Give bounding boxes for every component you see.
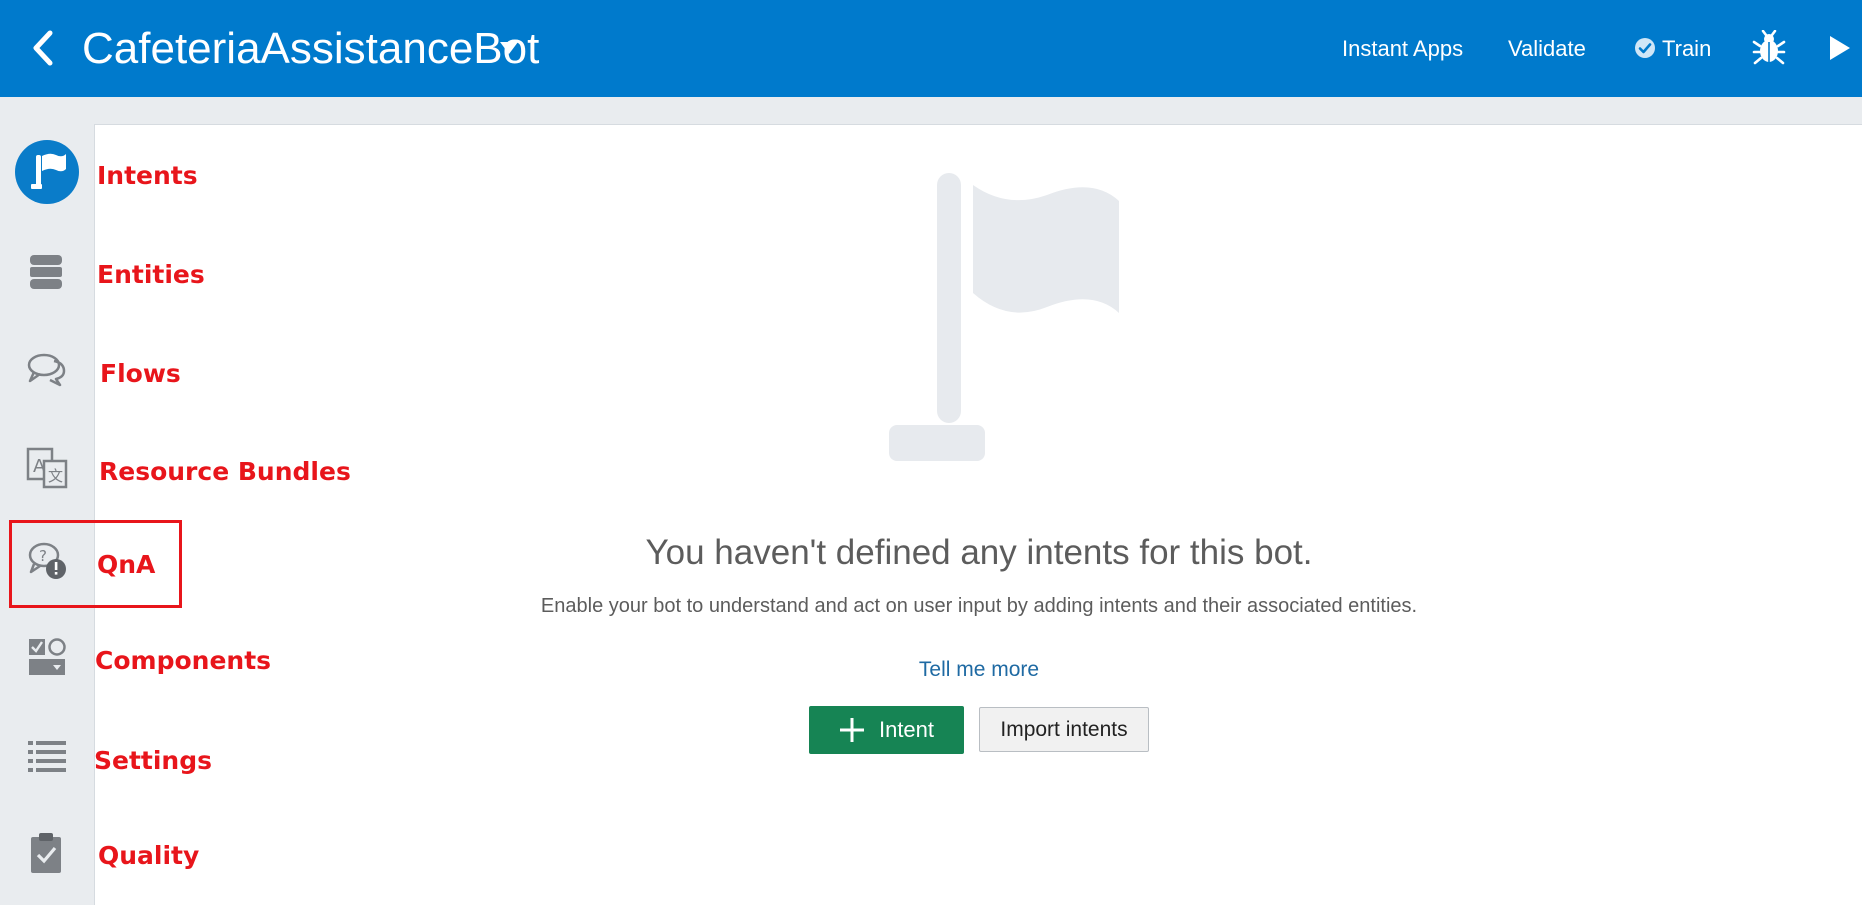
list-icon[interactable] [14, 724, 80, 790]
validate-button[interactable]: Validate [1508, 30, 1586, 68]
flag-icon[interactable] [14, 139, 80, 205]
play-icon[interactable] [1828, 34, 1852, 62]
clipboard-check-icon[interactable] [14, 821, 80, 887]
import-intents-button[interactable]: Import intents [979, 707, 1149, 752]
sidebar-item-resource-bundles[interactable]: Resource Bundles [99, 457, 351, 486]
sidebar-item-qna[interactable]: QnA [97, 550, 155, 579]
sidebar-item-entities[interactable]: Entities [97, 260, 205, 289]
train-button[interactable]: Train [1634, 30, 1711, 68]
tell-me-more-link[interactable]: Tell me more [95, 658, 1862, 682]
empty-state-title: You haven't defined any intents for this… [645, 533, 1313, 572]
sidebar-item-components[interactable]: Components [95, 646, 271, 675]
sidebar-item-quality[interactable]: Quality [98, 841, 199, 870]
check-circle-icon [1635, 38, 1655, 58]
flag-illustration-icon [889, 173, 1119, 461]
qna-highlight-box [9, 520, 182, 608]
train-label: Train [1662, 36, 1712, 61]
plus-icon [839, 718, 864, 742]
chat-bubbles-icon[interactable] [14, 337, 80, 403]
sidebar: A 文 ? [0, 97, 94, 904]
back-arrow-icon[interactable] [26, 28, 60, 68]
bot-name-title: CafeteriaAssistanceBot [82, 24, 540, 73]
database-icon[interactable] [14, 239, 80, 305]
instant-apps-button[interactable]: Instant Apps [1342, 30, 1463, 68]
components-icon[interactable] [14, 625, 80, 691]
translate-icon[interactable]: A 文 [14, 435, 80, 501]
sidebar-item-flows[interactable]: Flows [100, 359, 181, 388]
sidebar-item-intents[interactable]: Intents [97, 161, 198, 190]
add-intent-label: Intent [878, 717, 935, 742]
empty-state-description: Enable your bot to understand and act on… [540, 595, 1418, 617]
add-intent-button[interactable]: Intent [809, 706, 964, 754]
svg-text:文: 文 [48, 467, 63, 485]
sidebar-item-settings[interactable]: Settings [94, 746, 212, 775]
bug-icon[interactable] [1752, 30, 1786, 66]
main-panel: You haven't defined any intents for this… [94, 124, 1862, 905]
chevron-down-icon[interactable] [498, 40, 520, 56]
top-bar: CafeteriaAssistanceBot Instant Apps Vali… [0, 0, 1862, 97]
